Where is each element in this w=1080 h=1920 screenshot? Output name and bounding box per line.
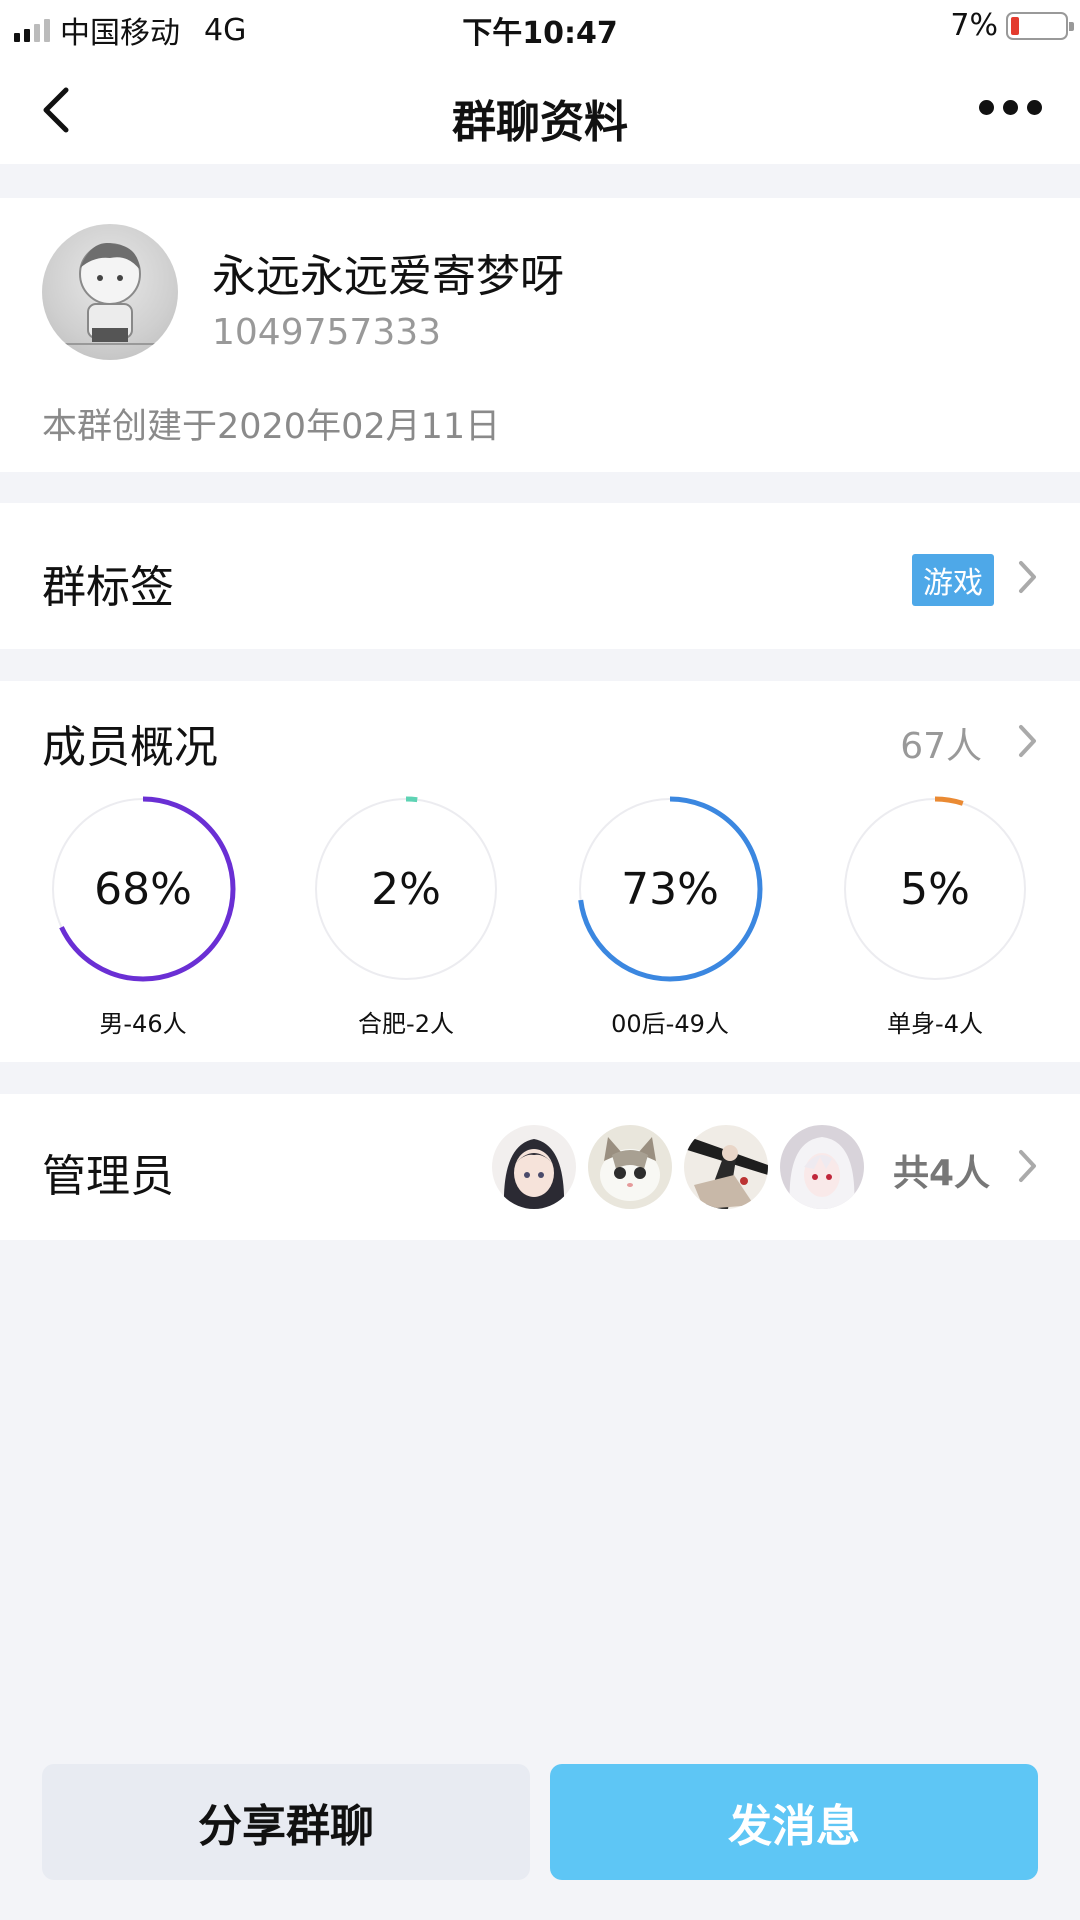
ring-label: 合肥-2人 xyxy=(358,1010,454,1038)
admin-avatar xyxy=(492,1125,576,1209)
group-tag-row[interactable]: 群标签 游戏 xyxy=(0,503,1080,649)
send-message-button[interactable]: 发消息 xyxy=(550,1764,1038,1880)
member-stat-ring: 2% xyxy=(309,792,503,986)
member-overview-label: 成员概况 xyxy=(42,722,218,773)
member-stat-ring: 68% xyxy=(46,792,240,986)
ring-percent: 5% xyxy=(900,863,970,915)
ring-label: 00后-49人 xyxy=(611,1010,729,1038)
group-name: 永远永远爱寄梦呀 xyxy=(212,251,564,302)
group-id: 1049757333 xyxy=(212,312,442,353)
battery-percent: 7% xyxy=(950,8,998,43)
admin-avatar xyxy=(780,1125,864,1209)
ring-percent: 73% xyxy=(621,863,719,915)
nav-header: 群聊资料 xyxy=(0,56,1080,164)
anime-girl-avatar-icon xyxy=(492,1125,576,1209)
admin-avatar xyxy=(684,1125,768,1209)
group-avatar[interactable] xyxy=(42,224,178,360)
status-time: 下午10:47 xyxy=(462,16,618,51)
avatar-illustration-icon xyxy=(62,243,158,345)
ring-label: 男-46人 xyxy=(99,1010,187,1038)
group-tag-label: 群标签 xyxy=(42,562,174,613)
more-dots-icon xyxy=(979,100,994,115)
ring-percent: 2% xyxy=(371,863,441,915)
admins-row[interactable]: 管理员 共4人 xyxy=(0,1094,1080,1240)
member-stat-ring: 73% xyxy=(573,792,767,986)
more-button[interactable] xyxy=(979,100,1042,115)
ring-percent: 68% xyxy=(94,863,192,915)
cat-avatar-icon xyxy=(588,1125,672,1209)
page-title: 群聊资料 xyxy=(452,97,628,148)
member-stat-ring: 5% xyxy=(838,792,1032,986)
ring-label: 单身-4人 xyxy=(887,1010,983,1038)
admin-avatar xyxy=(588,1125,672,1209)
white-hair-avatar-icon xyxy=(780,1125,864,1209)
group-profile-card: 永远永远爱寄梦呀 1049757333 本群创建于2020年02月11日 xyxy=(0,198,1080,472)
share-group-button[interactable]: 分享群聊 xyxy=(42,1764,530,1880)
admin-count: 共4人 xyxy=(892,1153,990,1194)
admin-avatars xyxy=(492,1125,864,1209)
member-count: 67人 xyxy=(900,726,982,767)
status-bar: 中国移动 4G 下午10:47 7% xyxy=(0,0,1080,56)
action-art-avatar-icon xyxy=(684,1125,768,1209)
member-overview-card[interactable]: 成员概况 67人 68% 男-46人 2% 合肥-2人 73% 00后-49人 5% 单身-4… xyxy=(0,681,1080,1062)
chevron-right-icon xyxy=(1019,725,1036,757)
battery-icon xyxy=(1006,11,1074,40)
chevron-right-icon xyxy=(1019,561,1036,593)
battery-level xyxy=(1011,16,1019,35)
group-created-date: 本群创建于2020年02月11日 xyxy=(42,407,501,447)
admins-label: 管理员 xyxy=(42,1151,174,1202)
status-right: 7% xyxy=(950,8,1074,43)
group-tag-badge: 游戏 xyxy=(912,554,994,606)
chevron-right-icon xyxy=(1019,1150,1036,1182)
